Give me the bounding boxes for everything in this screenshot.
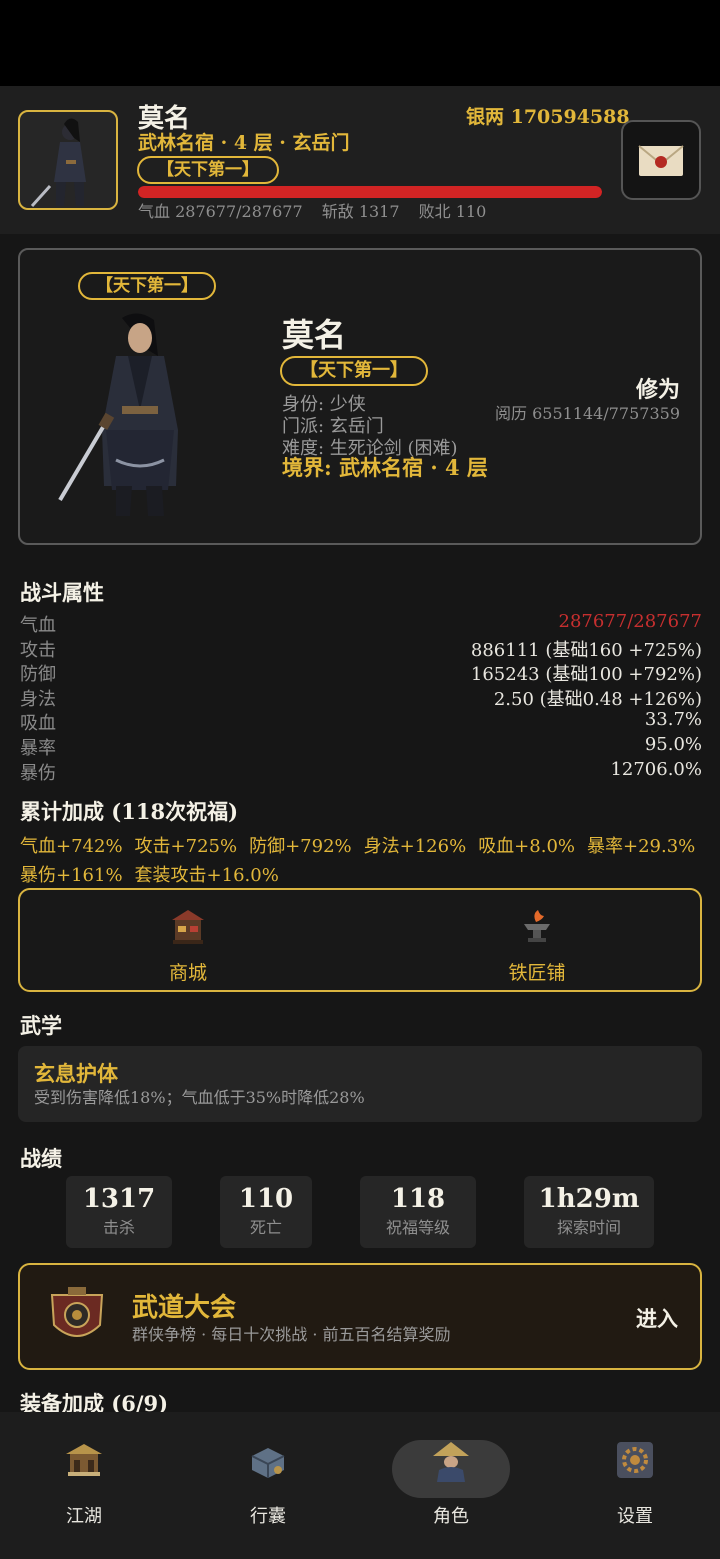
mall-button[interactable]: 商城 (88, 906, 288, 985)
blacksmith-label: 铁匠铺 (508, 962, 566, 984)
hero-portrait (58, 313, 178, 516)
skill-card[interactable]: 玄息护体 受到伤害降低18%；气血低于35%时降低28% (18, 1046, 702, 1122)
hp-text: 气血 287677/287677 (138, 202, 303, 221)
bonus-line-2: 暴伤+161% 套装攻击+16.0% (20, 861, 291, 887)
profile-title-badge: 【天下第一】 (78, 272, 216, 300)
hp-bar (138, 186, 602, 198)
attribute-row: 攻击 886111 (基础160 +725%) (20, 636, 702, 661)
nav-item-settings[interactable]: 设置 (575, 1438, 695, 1528)
profile-card: 【天下第一】 莫名 【天下第一】 身份: 少侠 门派: 玄岳门 难度: 生死论剑… (18, 248, 702, 545)
attribute-row: 气血 287677/287677 (20, 611, 703, 636)
nav-item-bag[interactable]: 行囊 (208, 1438, 328, 1528)
tournament-name: 武道大会 (132, 1293, 237, 1323)
nav-item-jianghu[interactable]: 江湖 (24, 1438, 144, 1528)
title-badge: 【天下第一】 (137, 156, 279, 184)
shop-stall-icon (172, 910, 204, 944)
record-value: 110 (238, 1184, 294, 1214)
record-caption: 探索时间 (556, 1218, 621, 1237)
record-value: 1h29m (538, 1184, 640, 1214)
bag-icon (251, 1448, 285, 1478)
attribute-value: 287677/287677 (558, 611, 703, 632)
attribute-row: 暴率 95.0% (20, 734, 702, 759)
experience: 阅历 6551144/7757359 (495, 404, 680, 423)
character-header: 莫名 银两 170594588 武林名宿 · 4 层 · 玄岳门 【天下第一】 … (0, 86, 720, 234)
realm-line: 武林名宿 · 4 层 · 玄岳门 (138, 132, 350, 154)
character-straw-hat-icon (433, 1442, 469, 1482)
nav-label: 角色 (433, 1506, 469, 1527)
nav-label: 行囊 (250, 1506, 286, 1527)
jianghu-pavilion-icon (66, 1444, 102, 1476)
tournament-shield-icon (50, 1287, 104, 1337)
attribute-label: 暴伤 (20, 762, 56, 784)
tournament-card[interactable]: 武道大会 群侠争榜 · 每日十次挑战 · 前五百名结算奖励 进入 (18, 1263, 702, 1370)
bonus-section-title: 累计加成 (118次祝福) (20, 799, 239, 824)
attribute-label: 身法 (20, 688, 56, 710)
mail-button[interactable] (621, 120, 701, 200)
record-section-title: 战绩 (20, 1146, 62, 1171)
bonus-line-1: 气血+742% 攻击+725% 防御+792% 身法+126% 吸血+8.0% 暴率+29… (20, 832, 707, 858)
bonus-item: 气血+742% (20, 836, 123, 857)
attribute-value: 2.50 (基础0.48 +126%) (493, 688, 702, 710)
attribute-value: 165243 (基础100 +792%) (470, 664, 702, 686)
attribute-value: 95.0% (644, 734, 702, 755)
attribute-row: 暴伤 12706.0% (20, 758, 702, 784)
record-blessing-level: 118 祝福等级 (360, 1176, 476, 1248)
bonus-item: 套装攻击+16.0% (134, 865, 279, 886)
profile-title-badge-2: 【天下第一】 (280, 356, 428, 386)
attribute-label: 攻击 (20, 639, 56, 661)
nav-label: 设置 (617, 1506, 653, 1527)
record-caption: 祝福等级 (385, 1218, 450, 1237)
status-bar (0, 0, 720, 86)
settings-gear-icon (617, 1442, 653, 1478)
defeats-text: 败北 110 (418, 202, 487, 221)
header-stats: 气血 287677/287677 斩敌 1317 败北 110 (138, 198, 500, 222)
kills-text: 斩敌 1317 (321, 202, 400, 221)
attribute-row: 吸血 33.7% (20, 709, 702, 735)
skill-description: 受到伤害降低18%；气血低于35%时降低28% (34, 1088, 365, 1107)
bonus-item: 防御+792% (249, 836, 352, 857)
attribute-label: 吸血 (20, 713, 56, 735)
realm: 境界: 武林名宿 · 4 层 (282, 455, 488, 480)
record-caption: 击杀 (102, 1218, 135, 1237)
hp-bar-fill (138, 186, 602, 198)
record-explore-time: 1h29m 探索时间 (524, 1176, 654, 1248)
tournament-description: 群侠争榜 · 每日十次挑战 · 前五百名结算奖励 (132, 1325, 451, 1344)
enter-button[interactable]: 进入 (636, 1303, 678, 1333)
silver-amount: 银两 170594588 (466, 106, 630, 128)
bonus-item: 暴伤+161% (20, 865, 123, 886)
mall-label: 商城 (168, 962, 207, 984)
nav-item-character[interactable]: 角色 (391, 1438, 511, 1528)
record-caption: 死亡 (249, 1218, 282, 1237)
record-value: 1317 (82, 1184, 156, 1214)
mail-envelope-icon (638, 145, 684, 176)
nav-label: 江湖 (66, 1506, 102, 1527)
martial-section-title: 武学 (20, 1013, 62, 1038)
avatar[interactable] (18, 110, 118, 210)
swordsman-avatar-icon (30, 118, 86, 208)
bonus-item: 吸血+8.0% (478, 836, 575, 857)
record-value: 118 (390, 1184, 446, 1214)
attribute-value: 33.7% (644, 709, 702, 731)
attribute-row: 防御 165243 (基础100 +792%) (20, 660, 702, 686)
attribute-label: 气血 (20, 615, 56, 636)
attribute-value: 886111 (基础160 +725%) (470, 639, 702, 661)
attribute-row: 身法 2.50 (基础0.48 +126%) (20, 685, 702, 710)
anvil-forge-icon (524, 910, 550, 942)
record-kills: 1317 击杀 (66, 1176, 172, 1248)
record-deaths: 110 死亡 (220, 1176, 312, 1248)
attribute-label: 暴率 (20, 738, 56, 759)
bonus-item: 暴率+29.3% (587, 836, 696, 857)
combat-section-title: 战斗属性 (20, 580, 104, 605)
attribute-label: 防御 (20, 664, 56, 686)
blacksmith-button[interactable]: 铁匠铺 (437, 906, 637, 985)
bonus-item: 攻击+725% (134, 836, 238, 857)
shop-panel: 商城 铁匠铺 (18, 888, 702, 992)
profile-name: 莫名 (282, 316, 347, 354)
attribute-value: 12706.0% (610, 758, 702, 780)
bottom-nav: 江湖 行囊 角色 设置 (0, 1412, 720, 1559)
bonus-item: 身法+126% (363, 836, 467, 857)
